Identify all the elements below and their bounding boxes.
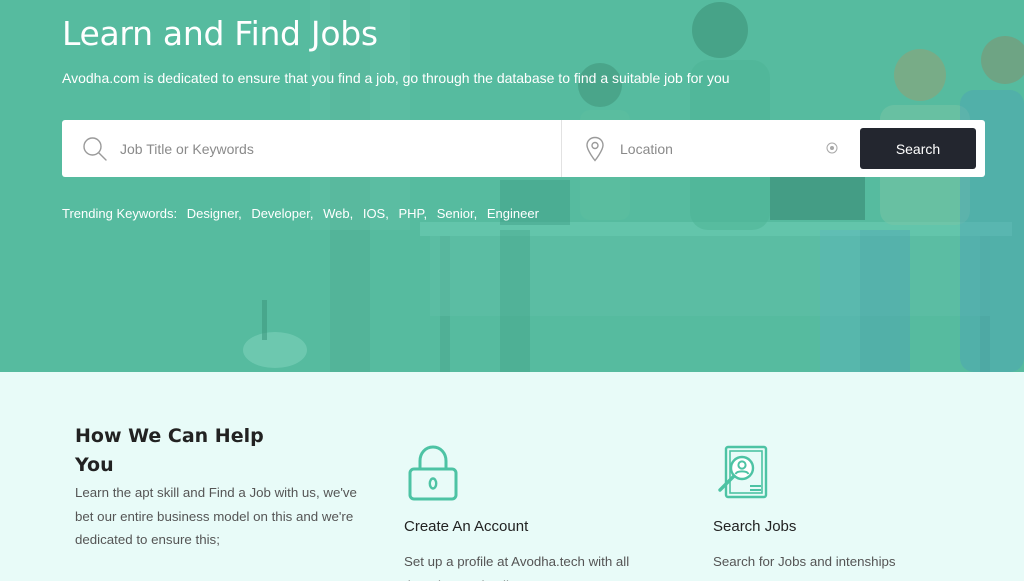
trending-keyword-designer[interactable]: Designer, [187, 206, 242, 221]
trending-keywords: Trending Keywords: Designer, Developer, … [62, 206, 545, 221]
hero-subtitle: Avodha.com is dedicated to ensure that y… [62, 70, 730, 86]
lock-icon [408, 445, 458, 501]
card-description: Set up a profile at Avodha.tech with all… [404, 554, 630, 581]
location-field [563, 120, 853, 177]
trending-label: Trending Keywords: [62, 206, 178, 221]
card-title: Search Jobs [713, 518, 797, 535]
create-account-card: Create An Account Set up a profile at Av… [404, 444, 664, 581]
trending-keyword-ios[interactable]: IOS, [363, 206, 389, 221]
hero-illustration [243, 0, 1024, 372]
trending-keyword-php[interactable]: PHP, [398, 206, 427, 221]
trending-keyword-engineer[interactable]: Engineer [487, 206, 539, 221]
help-description: Learn the apt skill and Find a Job with … [75, 485, 357, 547]
card-description: Search for Jobs and intenships [713, 554, 896, 569]
search-button[interactable]: Search [860, 128, 976, 169]
location-input[interactable] [620, 137, 810, 161]
trending-keyword-senior[interactable]: Senior, [437, 206, 477, 221]
search-icon [83, 137, 107, 161]
search-bar: Search [62, 120, 985, 177]
clear-icon[interactable] [826, 142, 838, 154]
trending-keyword-web[interactable]: Web, [323, 206, 353, 221]
search-jobs-card: Search Jobs Search for Jobs and intenshi… [713, 444, 973, 569]
keyword-field [62, 120, 562, 177]
hero-section: Learn and Find Jobs Avodha.com is dedica… [0, 0, 1024, 372]
page-title: Learn and Find Jobs [62, 14, 378, 53]
keyword-input[interactable] [120, 137, 540, 161]
help-title: How We Can Help You [75, 425, 264, 476]
trending-keyword-developer[interactable]: Developer, [251, 206, 313, 221]
resume-search-icon [718, 445, 768, 499]
card-title: Create An Account [404, 518, 529, 535]
location-pin-icon [586, 136, 604, 162]
